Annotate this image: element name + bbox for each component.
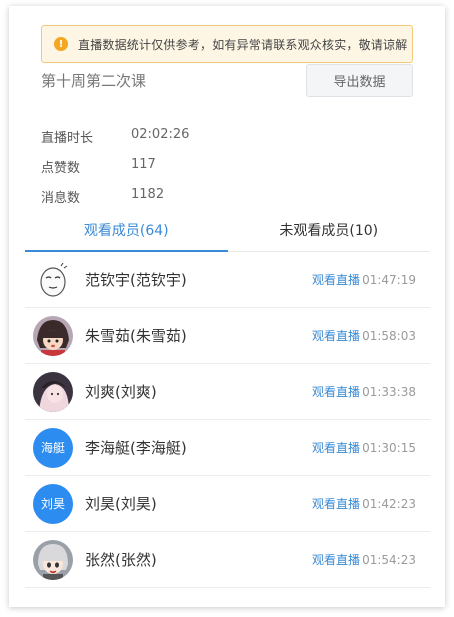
anime-character-avatar-icon [33,539,73,580]
watch-duration: 01:47:19 [362,272,416,287]
tab-unwatched-members[interactable]: 未观看成员(10) [228,208,431,251]
notice-text: 直播数据统计仅供参考，如有异常请联系观众核实，敬请谅解 [78,37,408,52]
list-item: 刘昊 刘昊(刘昊) 观看直播 01:42:23 [25,476,430,532]
watch-live-link[interactable]: 观看直播 [312,495,360,512]
avatar: 刘昊 [33,483,73,524]
stat-label: 点赞数 [41,161,81,176]
stat-value: 1182 [131,187,165,202]
notice-banner: ! 直播数据统计仅供参考，如有异常请联系观众核实，敬请谅解 [41,25,413,63]
member-name: 刘昊(刘昊) [85,495,157,513]
stat-value: 02:02:26 [131,127,190,142]
member-name: 范钦宇(范钦宇) [85,271,187,289]
tab-watched-members[interactable]: 观看成员(64) [25,208,228,252]
list-item: 海艇 李海艇(李海艇) 观看直播 01:30:15 [25,420,430,476]
stat-label: 直播时长 [41,131,94,146]
member-tabs: 观看成员(64) 未观看成员(10) [25,208,430,252]
watch-live-link[interactable]: 观看直播 [312,327,360,344]
lesson-title: 第十周第二次课 [41,72,147,90]
watch-duration: 01:30:15 [362,440,416,455]
avatar [33,259,73,300]
avatar [33,371,73,412]
watch-duration: 01:54:23 [362,552,416,567]
watch-duration: 01:33:38 [362,384,416,399]
member-name: 刘爽(刘爽) [85,383,157,401]
stat-row-duration: 直播时长 02:02:26 [41,127,189,157]
watch-live-link[interactable]: 观看直播 [312,383,360,400]
anime-girl-avatar-icon [33,315,73,356]
member-name: 朱雪茹(朱雪茹) [85,327,187,345]
avatar [33,539,73,580]
list-item: 朱雪茹(朱雪茹) 观看直播 01:58:03 [25,308,430,364]
live-stats-panel: ! 直播数据统计仅供参考，如有异常请联系观众核实，敬请谅解 第十周第二次课 导出… [9,6,445,607]
list-item: 范钦宇(范钦宇) 观看直播 01:47:19 [25,252,430,308]
list-item: 张然(张然) 观看直播 01:54:23 [25,532,430,588]
avatar: 海艇 [33,427,73,468]
member-list: 范钦宇(范钦宇) 观看直播 01:47:19 朱雪茹(朱雪茹) 观看直播 01:… [25,252,430,588]
warning-icon: ! [54,37,68,51]
watch-duration: 01:58:03 [362,328,416,343]
watch-live-link[interactable]: 观看直播 [312,439,360,456]
stat-label: 消息数 [41,191,81,206]
watch-duration: 01:42:23 [362,496,416,511]
stat-row-likes: 点赞数 117 [41,157,189,187]
photo-avatar-icon [33,371,73,412]
cartoon-face-avatar-icon [33,259,73,300]
member-name: 张然(张然) [85,551,157,569]
export-data-button[interactable]: 导出数据 [306,64,413,97]
watch-live-link[interactable]: 观看直播 [312,551,360,568]
member-name: 李海艇(李海艇) [85,439,187,457]
watch-live-link[interactable]: 观看直播 [312,271,360,288]
avatar [33,315,73,356]
stats-list: 直播时长 02:02:26 点赞数 117 消息数 1182 [41,127,189,217]
list-item: 刘爽(刘爽) 观看直播 01:33:38 [25,364,430,420]
stat-value: 117 [131,157,156,172]
